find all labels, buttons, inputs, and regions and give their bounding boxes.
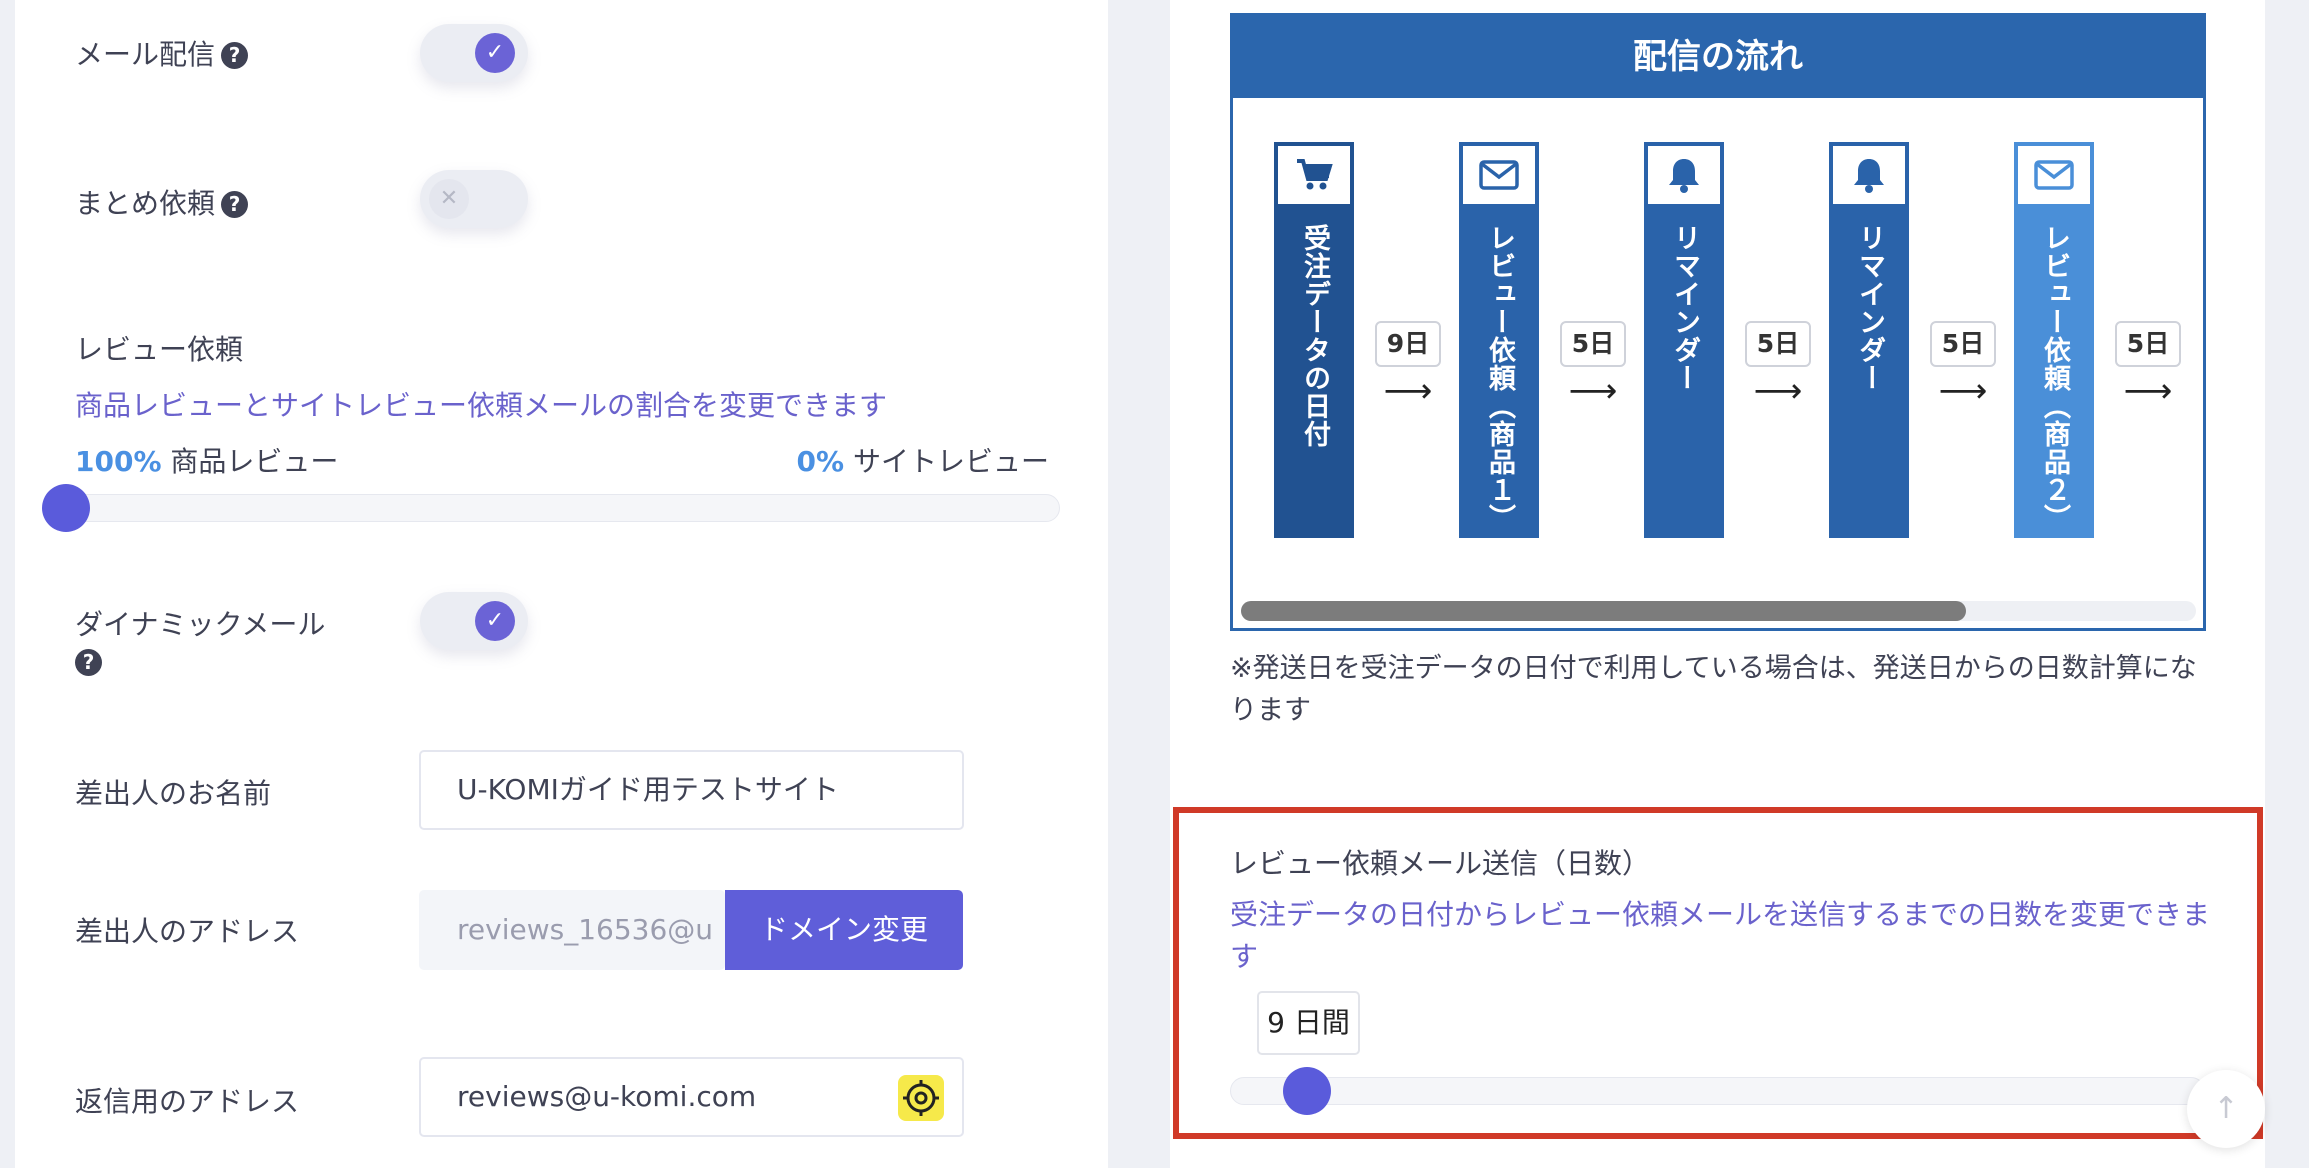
help-icon[interactable]: ?	[221, 191, 249, 218]
flow-interval: 5日 ⟶	[1742, 321, 1814, 411]
change-domain-button[interactable]: ドメイン変更	[725, 890, 963, 970]
flow-interval: 9日 ⟶	[1372, 321, 1444, 411]
interval-days: 5日	[2115, 321, 2181, 367]
bundle-request-toggle[interactable]: ✕	[420, 170, 528, 228]
product-review-label: 商品レビュー	[170, 445, 339, 478]
dynamic-mail-help: ?	[69, 645, 102, 678]
settings-panel	[15, 0, 1108, 1168]
review-request-label: レビュー依頼	[75, 333, 244, 366]
days-slider-track[interactable]	[1230, 1077, 2205, 1105]
product-review-ratio: 100% 商品レビュー	[75, 440, 338, 480]
sender-address-input[interactable]: reviews_16536@u	[419, 890, 725, 970]
delivery-flow-diagram: 配信の流れ 受注データの日付 9日 ⟶ レビュー依頼（商品１） 5日 ⟶ リマイ…	[1230, 13, 2206, 631]
mail-icon	[1459, 142, 1539, 208]
site-review-label: サイトレビュー	[852, 445, 1049, 478]
flow-title: 配信の流れ	[1233, 16, 2203, 98]
dynamic-mail-label: ダイナミックメール	[75, 608, 326, 641]
sender-name-label: 差出人のお名前	[75, 777, 272, 810]
flow-note: ※発送日を受注データの日付で利用している場合は、発送日からの日数計算になります	[1230, 653, 2197, 726]
page: メール配信? ✓ まとめ依頼? ✕ レビュー依頼 商品レビューとサイトレビュー依…	[0, 0, 2309, 1168]
help-icon[interactable]: ?	[75, 649, 102, 676]
toggle-knob: ✓	[475, 33, 515, 73]
right-arrow-icon: ⟶	[1568, 371, 1618, 411]
flow-interval: 5日 ⟶	[1557, 321, 1629, 411]
interval-days: 9日	[1375, 321, 1441, 367]
bell-icon	[1829, 142, 1909, 208]
site-review-percent: 0%	[796, 445, 845, 478]
target-icon[interactable]	[898, 1075, 944, 1121]
toggle-knob: ✓	[475, 601, 515, 641]
flow-step-label: リマインダー	[1644, 208, 1724, 538]
dynamic-mail-toggle[interactable]: ✓	[420, 592, 528, 650]
site-review-ratio: 0% サイトレビュー	[797, 440, 1049, 480]
toggle-knob: ✕	[429, 179, 469, 219]
flow-step-label: レビュー依頼（商品１）	[1459, 208, 1539, 538]
interval-days: 5日	[1745, 321, 1811, 367]
flow-step-label: レビュー依頼（商品２）	[2014, 208, 2094, 538]
mail-delivery-toggle[interactable]: ✓	[420, 24, 528, 82]
interval-days: 5日	[1560, 321, 1626, 367]
check-icon: ✓	[485, 40, 505, 65]
mail-delivery-label: メール配信?	[75, 33, 249, 73]
bell-icon	[1644, 142, 1724, 208]
flow-step-reminder-2: リマインダー	[1829, 142, 1909, 538]
reply-address-label: 返信用のアドレス	[75, 1085, 300, 1118]
sender-address-label: 差出人のアドレス	[75, 915, 300, 948]
days-value-tooltip: 9 日間	[1257, 991, 1360, 1055]
sender-name-input[interactable]: U-KOMIガイド用テストサイト	[419, 750, 964, 830]
close-icon: ✕	[439, 186, 459, 211]
reply-address-input[interactable]: reviews@u-komi.com	[419, 1057, 964, 1137]
bundle-request-label: まとめ依頼?	[75, 182, 249, 222]
right-arrow-icon: ⟶	[2123, 371, 2173, 411]
cart-icon	[1274, 142, 1354, 208]
right-arrow-icon: ⟶	[1753, 371, 1803, 411]
review-request-description: 商品レビューとサイトレビュー依頼メールの割合を変更できます	[75, 389, 888, 422]
days-setting-label: レビュー依頼メール送信（日数）	[1230, 847, 1651, 880]
flow-step-review-request-1: レビュー依頼（商品１）	[1459, 142, 1539, 538]
check-icon: ✓	[485, 608, 505, 633]
interval-days: 5日	[1930, 321, 1996, 367]
scroll-to-top-button[interactable]: ↑	[2187, 1070, 2265, 1148]
review-ratio-slider-track[interactable]	[60, 494, 1060, 522]
flow-interval: 5日 ⟶	[1927, 321, 1999, 411]
days-setting-description: 受注データの日付からレビュー依頼メールを送信するまでの日数を変更できます	[1230, 898, 2211, 973]
flow-interval: 5日 ⟶	[2112, 321, 2184, 411]
flow-step-order-date: 受注データの日付	[1274, 142, 1354, 538]
right-arrow-icon: ⟶	[1938, 371, 1988, 411]
flow-step-label: リマインダー	[1829, 208, 1909, 538]
right-arrow-icon: ⟶	[1383, 371, 1433, 411]
flow-step-reminder-1: リマインダー	[1644, 142, 1724, 538]
flow-step-label: 受注データの日付	[1274, 208, 1354, 538]
flow-scrollbar-thumb[interactable]	[1241, 601, 1966, 621]
flow-step-review-request-2: レビュー依頼（商品２）	[2014, 142, 2094, 538]
arrow-up-icon: ↑	[2213, 1091, 2239, 1126]
product-review-percent: 100%	[75, 445, 162, 478]
review-ratio-slider-handle[interactable]	[42, 484, 90, 532]
days-slider-handle[interactable]	[1283, 1067, 1331, 1115]
mail-icon	[2014, 142, 2094, 208]
help-icon[interactable]: ?	[221, 42, 249, 69]
